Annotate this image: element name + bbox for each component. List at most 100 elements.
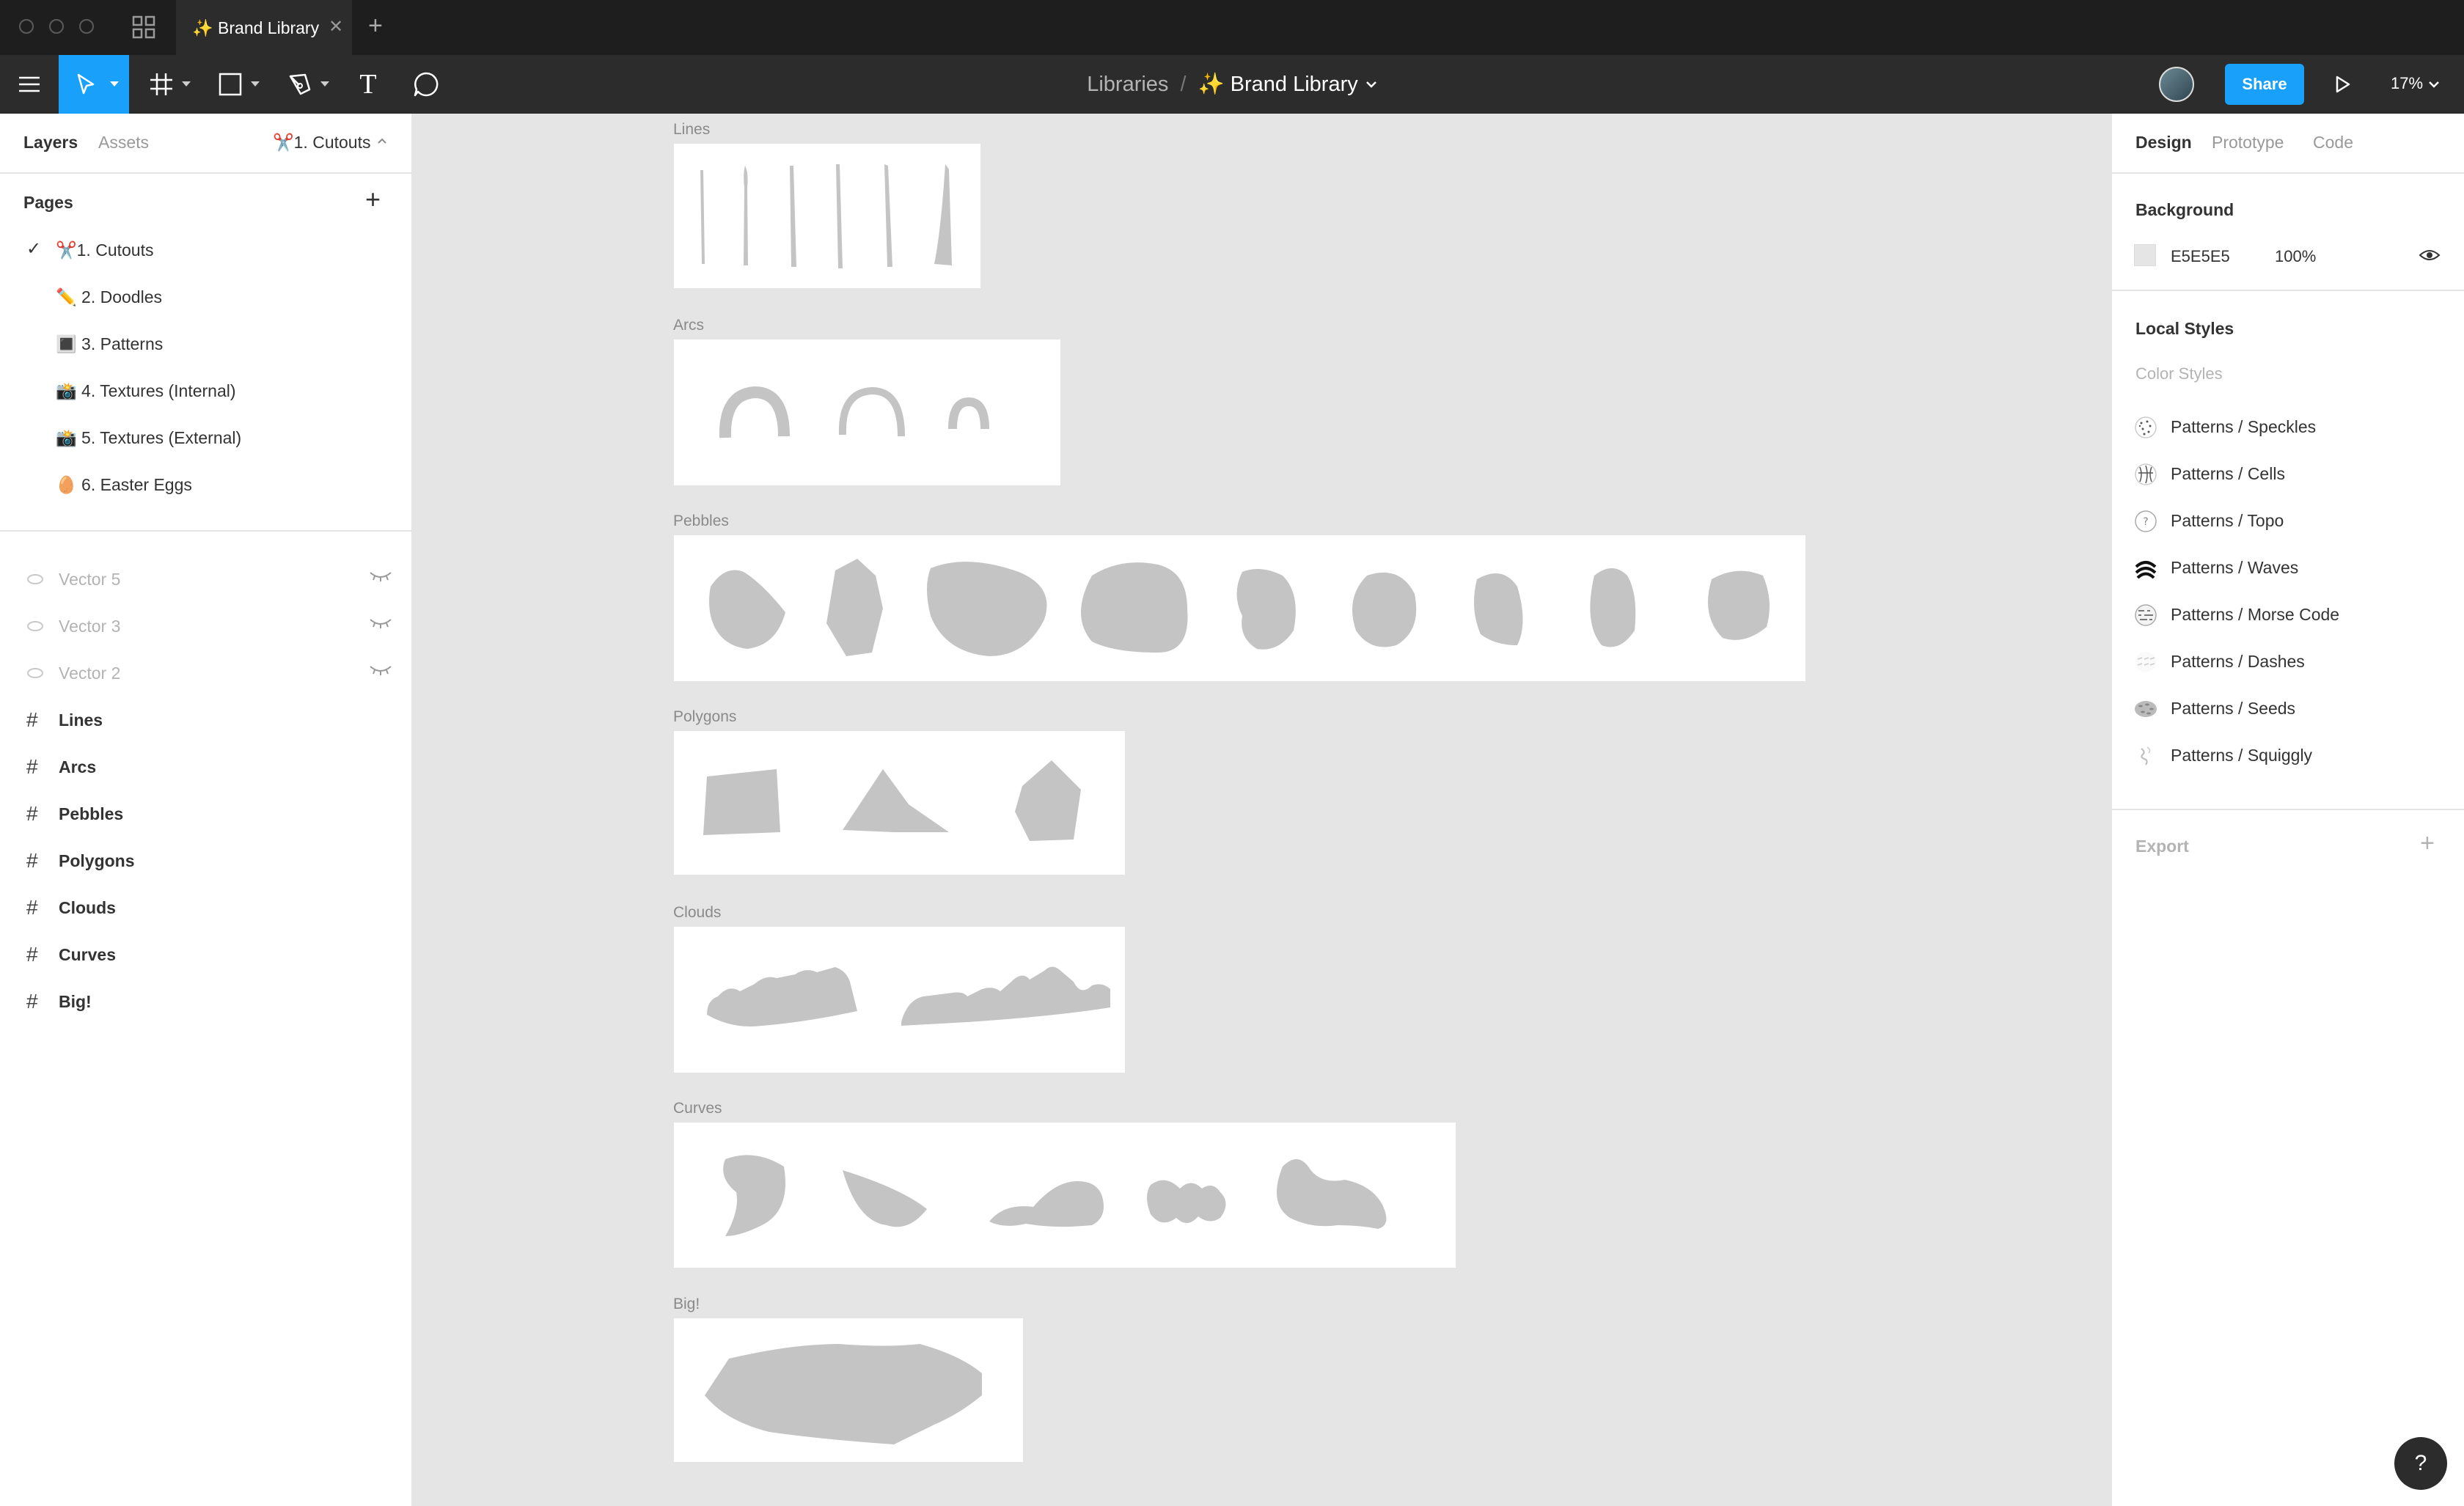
shape-tool-button[interactable] [213,55,264,114]
cursor-arrow-icon [77,73,95,95]
tab-layers[interactable]: Layers [23,133,78,153]
arc-shapes [719,386,989,438]
style-item-waves[interactable]: Patterns / Waves [2112,545,2464,590]
breadcrumb-separator: / [1180,72,1187,96]
layer-row-lines[interactable]: # Lines [0,697,411,743]
close-tab-icon[interactable]: ✕ [329,16,343,37]
help-button[interactable]: ? [2394,1437,2447,1490]
layer-label: Curves [59,945,116,964]
close-window-button[interactable] [19,19,34,34]
tab-prototype[interactable]: Prototype [2212,133,2284,153]
layer-row-vector-3[interactable]: Vector 3 [0,603,411,649]
layer-row-arcs[interactable]: # Arcs [0,744,411,790]
tab-code[interactable]: Code [2313,133,2353,153]
frame-label-arcs[interactable]: Arcs [673,317,704,334]
chevron-down-icon[interactable] [1365,80,1377,89]
background-opacity-input[interactable]: 100% [2275,247,2316,266]
chevron-up-icon[interactable] [377,137,387,144]
comment-bubble-icon [414,72,439,97]
right-panel-tabs: Design Prototype Code [2112,114,2464,174]
layer-row-vector-2[interactable]: Vector 2 [0,650,411,696]
frame-pebbles[interactable] [674,535,1805,681]
frame-arcs[interactable] [674,339,1060,485]
maximize-window-button[interactable] [79,19,94,34]
frame-label-big[interactable]: Big! [673,1296,700,1313]
left-panel-tabs: Layers Assets ✂️1. Cutouts [0,114,411,174]
background-color-swatch[interactable] [2134,244,2156,266]
new-tab-button[interactable]: + [368,12,383,40]
frame-clouds[interactable] [674,927,1125,1073]
frame-big[interactable] [674,1318,1023,1462]
move-tool-button[interactable] [59,55,129,114]
style-name: Patterns / Morse Code [2171,605,2340,624]
page-item-easter-eggs[interactable]: 🥚 6. Easter Eggs [0,463,411,507]
frame-label-clouds[interactable]: Clouds [673,904,721,922]
hidden-eye-icon[interactable] [369,662,392,677]
share-button[interactable]: Share [2225,64,2304,105]
frame-hash-icon: # [26,943,38,966]
current-page-selector[interactable]: ✂️1. Cutouts [273,133,370,153]
layer-row-clouds[interactable]: # Clouds [0,885,411,930]
page-item-patterns[interactable]: 🔳 3. Patterns [0,322,411,366]
layer-label: Lines [59,710,103,730]
layer-row-vector-5[interactable]: Vector 5 [0,557,411,602]
file-tab[interactable]: ✨ Brand Library ✕ [176,0,352,55]
local-styles-header: Local Styles [2135,319,2234,338]
canvas[interactable]: Lines Arcs Pebbles Polygons Clouds Curve… [413,114,2110,1506]
page-item-textures-external[interactable]: 📸 5. Textures (External) [0,416,411,460]
hidden-eye-icon[interactable] [369,615,392,630]
style-item-topo[interactable]: ? Patterns / Topo [2112,498,2464,543]
page-item-textures-internal[interactable]: 📸 4. Textures (Internal) [0,369,411,413]
style-item-dashes[interactable]: Patterns / Dashes [2112,639,2464,684]
minimize-window-button[interactable] [49,19,64,34]
frame-curves[interactable] [674,1123,1456,1268]
chevron-down-icon[interactable] [2428,80,2440,89]
frame-label-pebbles[interactable]: Pebbles [673,513,729,530]
file-name[interactable]: ✨ Brand Library [1198,72,1358,97]
layer-row-polygons[interactable]: # Polygons [0,838,411,884]
hidden-eye-icon[interactable] [369,568,392,583]
layer-row-curves[interactable]: # Curves [0,932,411,977]
frame-lines[interactable] [674,144,980,288]
page-item-doodles[interactable]: ✏️ 2. Doodles [0,275,411,319]
pen-tool-button[interactable] [282,55,334,114]
speckles-swatch-icon [2135,416,2157,438]
main-menu-icon[interactable] [15,55,44,114]
eye-icon[interactable] [2419,248,2441,262]
page-item-cutouts[interactable]: ✓ ✂️1. Cutouts [0,228,411,272]
page-label: 🥚 6. Easter Eggs [56,475,192,494]
page-label: ✏️ 2. Doodles [56,287,162,306]
breadcrumb-parent[interactable]: Libraries [1087,73,1168,97]
style-item-cells[interactable]: Patterns / Cells [2112,451,2464,496]
comment-tool-button[interactable] [411,55,441,114]
frame-tool-button[interactable] [144,55,195,114]
avatar[interactable] [2159,67,2194,102]
zoom-level[interactable]: 17% [2391,74,2423,93]
layer-row-pebbles[interactable]: # Pebbles [0,791,411,837]
style-item-speckles[interactable]: Patterns / Speckles [2112,404,2464,449]
morse-swatch-icon [2135,604,2157,626]
frame-label-polygons[interactable]: Polygons [673,708,736,726]
frame-label-lines[interactable]: Lines [673,121,710,139]
text-tool-icon: T [359,69,377,100]
style-item-seeds[interactable]: Patterns / Seeds [2112,686,2464,731]
layer-row-big[interactable]: # Big! [0,979,411,1024]
vector-icon [27,668,43,678]
style-item-squiggly[interactable]: Patterns / Squiggly [2112,732,2464,778]
page-label: 🔳 3. Patterns [56,334,164,353]
waves-swatch-icon [2135,558,2157,579]
pages-header: Pages [23,193,73,212]
add-export-button[interactable]: + [2420,829,2435,858]
add-page-button[interactable]: + [365,184,381,215]
grid-icon[interactable] [132,15,155,39]
divider [0,530,411,532]
style-item-morse-code[interactable]: Patterns / Morse Code [2112,592,2464,637]
background-hex-input[interactable]: E5E5E5 [2171,247,2230,266]
export-header[interactable]: Export [2135,837,2189,856]
frame-polygons[interactable] [674,731,1125,875]
present-button[interactable] [2328,55,2358,114]
tab-design[interactable]: Design [2135,133,2192,153]
text-tool-button[interactable]: T [353,55,383,114]
tab-assets[interactable]: Assets [98,133,149,153]
frame-label-curves[interactable]: Curves [673,1100,722,1117]
